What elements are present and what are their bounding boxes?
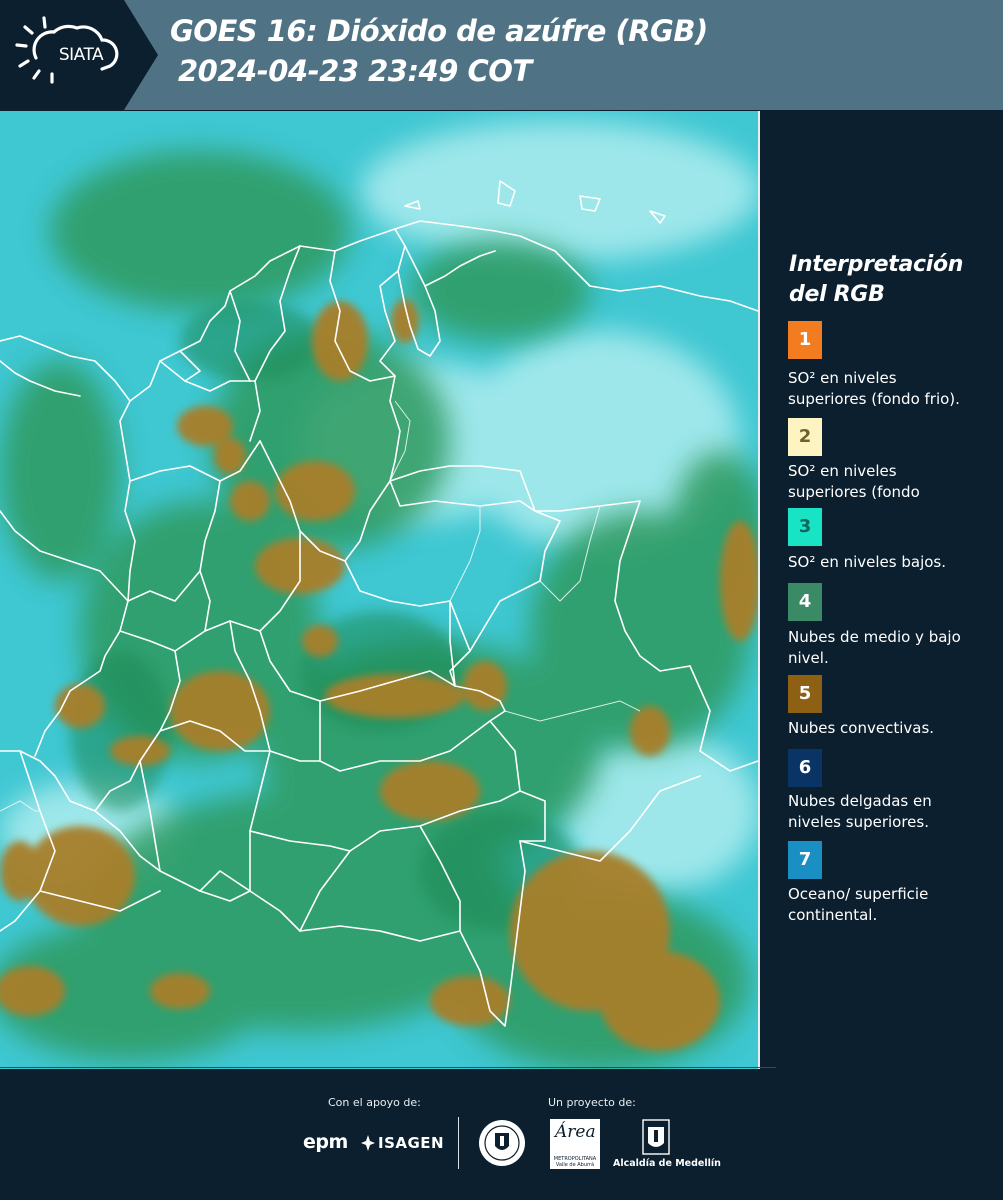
satellite-imagery [0,111,758,1069]
legend-swatch-5: 5 [788,675,822,713]
footer-rule [0,1067,776,1068]
legend-label-2: SO² en niveles superiores (fondo calido)… [788,462,920,501]
page-title-timestamp: 2024-04-23 23:49 COT [178,54,532,88]
medellin-seal-icon [479,1120,525,1166]
satellite-map[interactable] [0,111,758,1069]
legend-swatch-4: 4 [788,583,822,621]
legend-title-line2: del RGB [789,282,885,307]
header-bar: SIATA GOES 16: Dióxido de azúfre (RGB) 2… [0,0,1003,110]
map-divider [758,111,760,1069]
legend-title: Interpretación del RGB [789,250,989,310]
area-logo-script: Área [555,1122,596,1142]
legend-label-4: Nubes de medio y bajo nivel. [788,628,961,667]
alcaldia-logo-text: Alcaldía de Medellín [613,1158,721,1169]
legend-swatch-3: 3 [788,508,822,546]
isagen-logo: ISAGEN [378,1134,445,1152]
legend-swatch-2: 2 [788,418,822,456]
project-caption: Un proyecto de: [548,1096,636,1109]
legend-label-1: SO² en niveles superiores (fondo frio). [788,369,960,408]
legend-swatch-6: 6 [788,749,822,787]
footer-divider [458,1117,459,1169]
alcaldia-emblem-icon [642,1119,670,1155]
support-caption: Con el apoyo de: [328,1096,421,1109]
legend-swatch-1: 1 [788,321,822,359]
siata-logo-text: SIATA [58,45,104,65]
area-logo-subtitle: METROPOLITANA Valle de Aburrá [553,1156,597,1168]
epm-logo: epm [303,1131,348,1153]
legend-title-line1: Interpretación [789,252,964,277]
legend-label-6: Nubes delgadas en niveles superiores. [788,792,932,831]
legend-label-5: Nubes convectivas. [788,719,935,737]
legend-label-7: Oceano/ superficie continental. [788,885,929,924]
siata-logo-block: SIATA [0,0,158,110]
isagen-mark-icon [361,1135,375,1151]
page-title-line1: GOES 16: Dióxido de azúfre (RGB) [170,14,708,48]
legend-label-3: SO² en niveles bajos. [788,553,947,571]
legend-swatch-7: 7 [788,841,822,879]
